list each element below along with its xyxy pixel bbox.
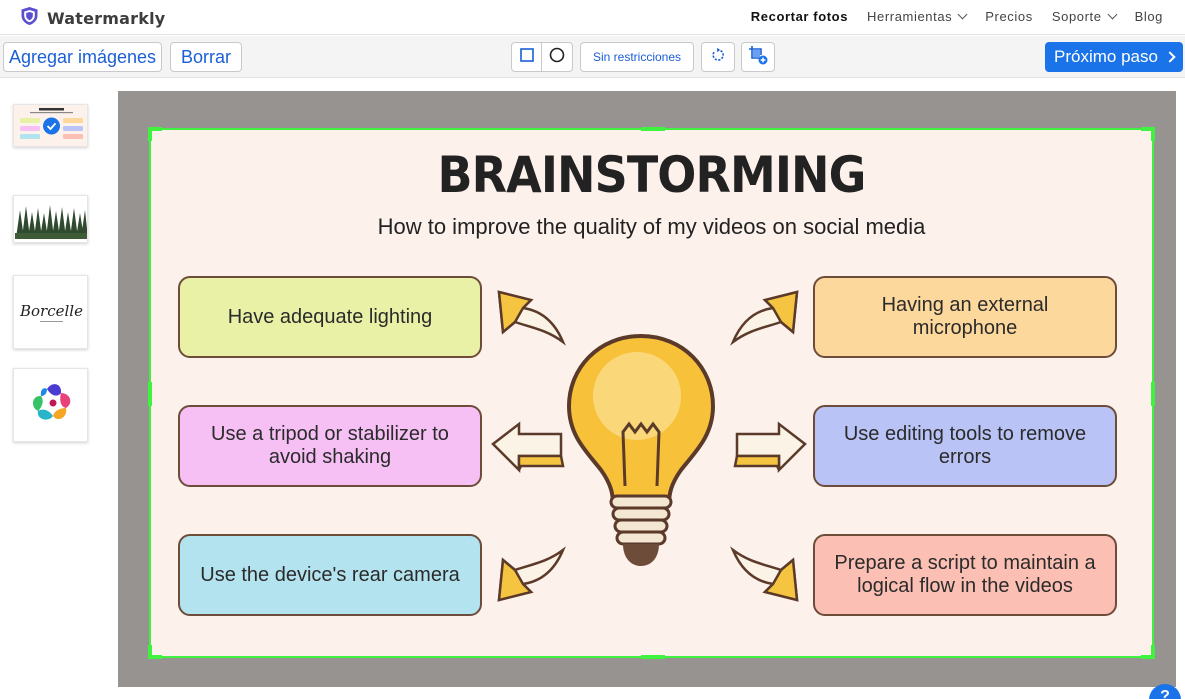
rotate-button[interactable] [701, 42, 735, 72]
nav-soporte[interactable]: Soporte [1051, 9, 1118, 24]
image-subtitle: How to improve the quality of my videos … [377, 214, 926, 239]
brand[interactable]: Watermarkly [20, 6, 165, 31]
crop-handle-top-left-v[interactable] [148, 127, 152, 141]
add-crop-button[interactable] [741, 42, 775, 72]
crop-handle-bottom-right-v[interactable] [1151, 645, 1155, 659]
brand-name: Watermarkly [47, 9, 166, 28]
nav-recortar-fotos[interactable]: Recortar fotos [751, 9, 848, 24]
arrow-icon [730, 290, 799, 346]
delete-button[interactable]: Borrar [170, 42, 242, 72]
idea-card-lighting: Have adequate lighting [178, 276, 482, 358]
thumbnail-brainstorming[interactable] [13, 104, 88, 147]
crop-handle-bottom[interactable] [641, 655, 665, 659]
nav-label: Recortar fotos [750, 9, 849, 24]
nav-herramientas[interactable]: Herramientas [867, 9, 968, 24]
thumbnail-colorful-logo[interactable] [13, 368, 88, 442]
chevron-right-icon [1164, 51, 1176, 63]
add-images-button[interactable]: Agregar imágenes [3, 42, 162, 72]
idea-card-script: Prepare a script to maintain a logical f… [813, 534, 1117, 616]
arrow-icon [497, 290, 566, 346]
idea-card-tripod: Use a tripod or stabilizer to avoid shak… [178, 405, 482, 487]
crop-handle-left[interactable] [148, 382, 152, 406]
nav-label: Soporte [1051, 9, 1102, 24]
nav-label: Precios [985, 9, 1033, 24]
help-button[interactable]: ? [1149, 684, 1181, 699]
main-nav: Recortar fotos Herramientas Precios Sopo… [751, 9, 1163, 24]
nav-label: Herramientas [867, 9, 953, 24]
thumbnail-borcelle[interactable]: Borcelle [13, 275, 88, 349]
help-label: ? [1149, 684, 1181, 699]
arrow-icon [733, 421, 807, 474]
nav-blog[interactable]: Blog [1135, 9, 1163, 24]
circle-shape-button[interactable] [542, 43, 572, 71]
idea-card-microphone: Having an external microphone [813, 276, 1117, 358]
chevron-down-icon [957, 9, 968, 20]
next-step-label: Próximo paso [1054, 47, 1158, 66]
square-icon [519, 47, 534, 67]
idea-card-rear-camera: Use the device's rear camera [178, 534, 482, 616]
crop-handle-right[interactable] [1151, 382, 1155, 406]
rotate-icon [710, 47, 726, 68]
editor-canvas[interactable]: BRAINSTORMING How to improve the quality… [118, 91, 1176, 687]
chevron-down-icon [1107, 9, 1118, 20]
arrow-icon [491, 421, 565, 474]
crop-handle-top[interactable] [641, 127, 665, 131]
top-navbar: Watermarkly Recortar fotos Herramientas … [0, 0, 1185, 35]
arrow-icon [730, 546, 799, 602]
borcelle-logo-text: Borcelle [19, 302, 83, 320]
crop-area[interactable]: BRAINSTORMING How to improve the quality… [148, 127, 1155, 659]
crop-handle-bottom-left-v[interactable] [148, 645, 152, 659]
next-step-button[interactable]: Próximo paso [1045, 42, 1183, 72]
crop-handle-top-right-v[interactable] [1151, 127, 1155, 141]
circle-icon [549, 47, 565, 68]
add-crop-icon [748, 45, 768, 70]
arrow-icon [497, 546, 566, 602]
lightbulb-illustration [566, 333, 716, 566]
thumbnail-forest[interactable] [13, 195, 88, 243]
rect-shape-button[interactable] [512, 43, 543, 71]
idea-card-editing: Use editing tools to remove errors [813, 405, 1117, 487]
nav-precios[interactable]: Precios [985, 9, 1033, 24]
shield-icon [20, 6, 39, 31]
crop-shape-selector [511, 42, 573, 72]
image-title: BRAINSTORMING [437, 146, 867, 204]
editor-toolbar: Agregar imágenes Borrar Sin restriccione… [0, 36, 1185, 78]
nav-label: Blog [1134, 9, 1163, 24]
aspect-ratio-button[interactable]: Sin restricciones [580, 42, 694, 72]
